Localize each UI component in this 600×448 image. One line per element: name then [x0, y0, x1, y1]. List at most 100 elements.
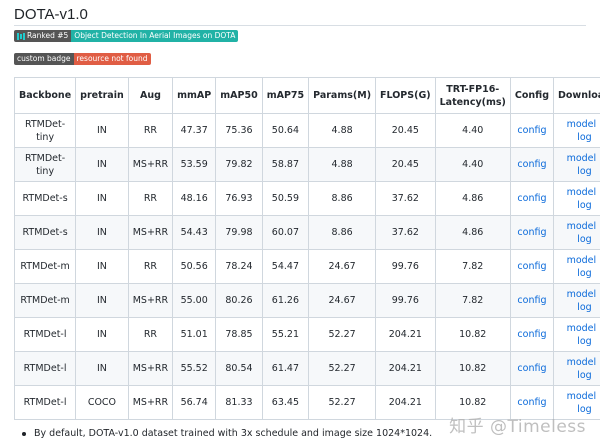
log-link[interactable]: log	[577, 132, 591, 143]
cell-params: 24.67	[308, 283, 377, 318]
cell-latency: 4.40	[434, 147, 511, 182]
page-title: DOTA-v1.0	[14, 6, 88, 23]
cell-latency: 7.82	[434, 249, 511, 284]
header-backbone: Backbone	[13, 77, 77, 114]
log-link[interactable]: log	[577, 200, 591, 211]
model-link[interactable]: model	[567, 221, 597, 232]
config-link[interactable]: config	[517, 227, 546, 238]
cell-download: model|log	[553, 215, 600, 250]
cell-backbone: RTMDet-tiny	[13, 147, 77, 182]
cell-mmap: 50.56	[172, 249, 217, 284]
cell-map75: 50.59	[261, 181, 310, 216]
config-link[interactable]: config	[517, 329, 546, 340]
header-aug: Aug	[127, 77, 174, 114]
cell-map50: 79.98	[215, 215, 263, 250]
header-params: Params(M)	[308, 77, 377, 114]
model-link[interactable]: model	[567, 255, 597, 266]
model-link[interactable]: model	[567, 391, 597, 402]
watermark: 知乎 @Timeless	[449, 417, 586, 437]
cell-config: config	[509, 317, 555, 352]
cell-aug: MS+RR	[127, 283, 174, 318]
cell-map50: 78.85	[215, 317, 263, 352]
cell-mmap: 56.74	[172, 385, 217, 420]
config-link[interactable]: config	[517, 125, 546, 136]
cell-config: config	[509, 215, 555, 250]
log-link[interactable]: log	[577, 336, 591, 347]
header-latency: TRT-FP16-Latency(ms)	[434, 77, 511, 114]
log-link[interactable]: log	[577, 234, 591, 245]
model-link[interactable]: model	[567, 323, 597, 334]
cell-map75: 58.87	[261, 147, 310, 182]
cell-aug: RR	[127, 317, 174, 352]
cell-backbone: RTMDet-s	[13, 181, 77, 216]
cell-config: config	[509, 147, 555, 182]
cell-config: config	[509, 113, 555, 148]
cell-map50: 76.93	[215, 181, 263, 216]
log-link[interactable]: log	[577, 302, 591, 313]
header-config: Config	[509, 77, 555, 114]
table-row: RTMDet-m IN RR 50.56 78.24 54.47 24.67 99.76 7.8…	[13, 249, 600, 284]
cell-aug: RR	[127, 249, 174, 284]
config-link[interactable]: config	[517, 295, 546, 306]
cell-pretrain: IN	[75, 351, 129, 386]
log-link[interactable]: log	[577, 268, 591, 279]
cell-download: model|log	[553, 147, 600, 182]
cell-mmap: 55.52	[172, 351, 217, 386]
cell-latency: 4.40	[434, 113, 511, 148]
cell-flops: 99.76	[375, 283, 436, 318]
cell-backbone: RTMDet-tiny	[13, 113, 77, 148]
cell-pretrain: IN	[75, 113, 129, 148]
cell-pretrain: IN	[75, 181, 129, 216]
cell-map75: 55.21	[261, 317, 310, 352]
cell-map75: 50.64	[261, 113, 310, 148]
header-download: Download	[553, 77, 600, 114]
cell-mmap: 47.37	[172, 113, 217, 148]
ranking-badge-label: Ranked #5	[27, 31, 69, 40]
footnote: By default, DOTA-v1.0 dataset trained wi…	[22, 428, 432, 439]
table-row: RTMDet-s IN RR 48.16 76.93 50.59 8.86 37.62 4.86…	[13, 181, 600, 216]
cell-mmap: 55.00	[172, 283, 217, 318]
cell-params: 4.88	[308, 147, 377, 182]
config-link[interactable]: config	[517, 193, 546, 204]
cell-latency: 7.82	[434, 283, 511, 318]
cell-config: config	[509, 283, 555, 318]
config-link[interactable]: config	[517, 397, 546, 408]
cell-params: 52.27	[308, 385, 377, 420]
cell-map75: 61.47	[261, 351, 310, 386]
ranking-badge-value: Object Detection In Aerial Images on DOT…	[71, 30, 239, 42]
model-link[interactable]: model	[567, 357, 597, 368]
table-row: RTMDet-l IN RR 51.01 78.85 55.21 52.27 204.21 10…	[13, 317, 600, 352]
paperswithcode-icon	[17, 32, 25, 40]
cell-mmap: 48.16	[172, 181, 217, 216]
model-link[interactable]: model	[567, 153, 597, 164]
custom-badge-value: resource not found	[73, 53, 151, 65]
cell-download: model|log	[553, 249, 600, 284]
table-row: RTMDet-l IN MS+RR 55.52 80.54 61.47 52.27 204.2…	[13, 351, 600, 386]
table-row: RTMDet-tiny IN MS+RR 53.59 79.82 58.87 4.88 20.…	[13, 147, 600, 182]
model-link[interactable]: model	[567, 289, 597, 300]
cell-download: model|log	[553, 351, 600, 386]
cell-aug: MS+RR	[127, 351, 174, 386]
config-link[interactable]: config	[517, 159, 546, 170]
cell-map50: 78.24	[215, 249, 263, 284]
table-header-row: Backbone pretrain Aug mmAP mAP50 mAP75 P…	[13, 77, 600, 114]
cell-pretrain: IN	[75, 147, 129, 182]
cell-latency: 4.86	[434, 181, 511, 216]
model-link[interactable]: model	[567, 119, 597, 130]
cell-flops: 20.45	[375, 113, 436, 148]
cell-map50: 79.82	[215, 147, 263, 182]
header-map50: mAP50	[215, 77, 263, 114]
cell-pretrain: IN	[75, 249, 129, 284]
model-link[interactable]: model	[567, 187, 597, 198]
ranking-badge[interactable]: Ranked #5 Object Detection In Aerial Ima…	[14, 30, 239, 42]
cell-map50: 80.54	[215, 351, 263, 386]
cell-params: 4.88	[308, 113, 377, 148]
config-link[interactable]: config	[517, 261, 546, 272]
custom-badge[interactable]: custom badge resource not found	[14, 53, 151, 65]
log-link[interactable]: log	[577, 370, 591, 381]
log-link[interactable]: log	[577, 166, 591, 177]
config-link[interactable]: config	[517, 363, 546, 374]
cell-config: config	[509, 351, 555, 386]
cell-mmap: 51.01	[172, 317, 217, 352]
cell-map75: 63.45	[261, 385, 310, 420]
